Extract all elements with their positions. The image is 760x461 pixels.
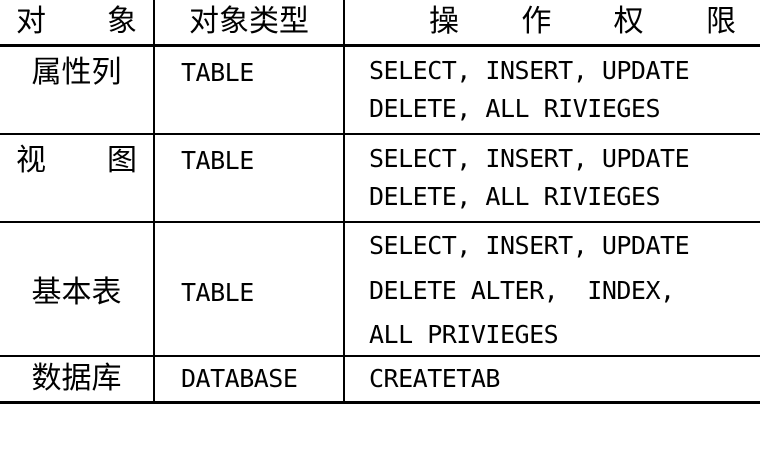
permissions-cell: CREATETAB [345,357,760,401]
permission-line: SELECT, INSERT, UPDATE [369,144,690,173]
object-type: TABLE [181,278,254,307]
object-cell: 数据库 [0,357,155,401]
header-object-cell: 对 象 [0,0,155,44]
permissions-cell: SELECT, INSERT, UPDATE DELETE, ALL RIVIE… [345,135,760,221]
header-object-type-cell: 对象类型 [155,0,345,44]
object-cell: 属性列 [0,47,155,133]
object-type: DATABASE [181,364,298,393]
object-name: 属性列 [31,55,122,90]
table-bottom-rule [0,401,760,404]
header-object-char-2: 象 [107,4,137,39]
header-permissions-char-1: 操 [429,4,459,39]
permission-line: SELECT, INSERT, UPDATE [369,231,690,260]
table-header-row: 对 象 对象类型 操 作 权 限 [0,0,760,44]
object-type: TABLE [181,146,254,175]
object-type-cell: TABLE [155,223,345,355]
object-name: 数据库 [31,361,122,396]
header-permissions-char-4: 限 [705,4,736,39]
object-name-char-1: 视 [16,143,46,178]
object-cell: 视 图 [0,135,155,221]
permission-line: ALL PRIVIEGES [369,320,559,349]
table-row: 基本表 TABLE SELECT, INSERT, UPDATE DELETE … [0,223,760,355]
header-permissions-char-2: 作 [521,4,552,39]
permission-line: DELETE, ALL RIVIEGES [369,182,661,211]
object-type: TABLE [181,58,254,87]
object-type-cell: TABLE [155,135,345,221]
permission-line: DELETE ALTER, INDEX, [369,276,675,305]
object-name-char-2: 图 [107,143,137,178]
header-permissions-char-3: 权 [613,4,644,39]
table-row: 视 图 TABLE SELECT, INSERT, UPDATE DELETE,… [0,135,760,221]
object-type-cell: TABLE [155,47,345,133]
header-object-type: 对象类型 [189,4,309,39]
object-type-cell: DATABASE [155,357,345,401]
object-cell: 基本表 [0,223,155,355]
permission-line: DELETE, ALL RIVIEGES [369,94,661,123]
permission-line: SELECT, INSERT, UPDATE [369,56,690,85]
table-row: 数据库 DATABASE CREATETAB [0,357,760,401]
permissions-cell: SELECT, INSERT, UPDATE DELETE ALTER, IND… [345,223,760,355]
permission-line: CREATETAB [369,364,500,393]
header-permissions-cell: 操 作 权 限 [345,0,760,44]
permissions-cell: SELECT, INSERT, UPDATE DELETE, ALL RIVIE… [345,47,760,133]
header-object-char-1: 对 [16,4,46,39]
table-row: 属性列 TABLE SELECT, INSERT, UPDATE DELETE,… [0,47,760,133]
object-name: 基本表 [31,275,122,310]
